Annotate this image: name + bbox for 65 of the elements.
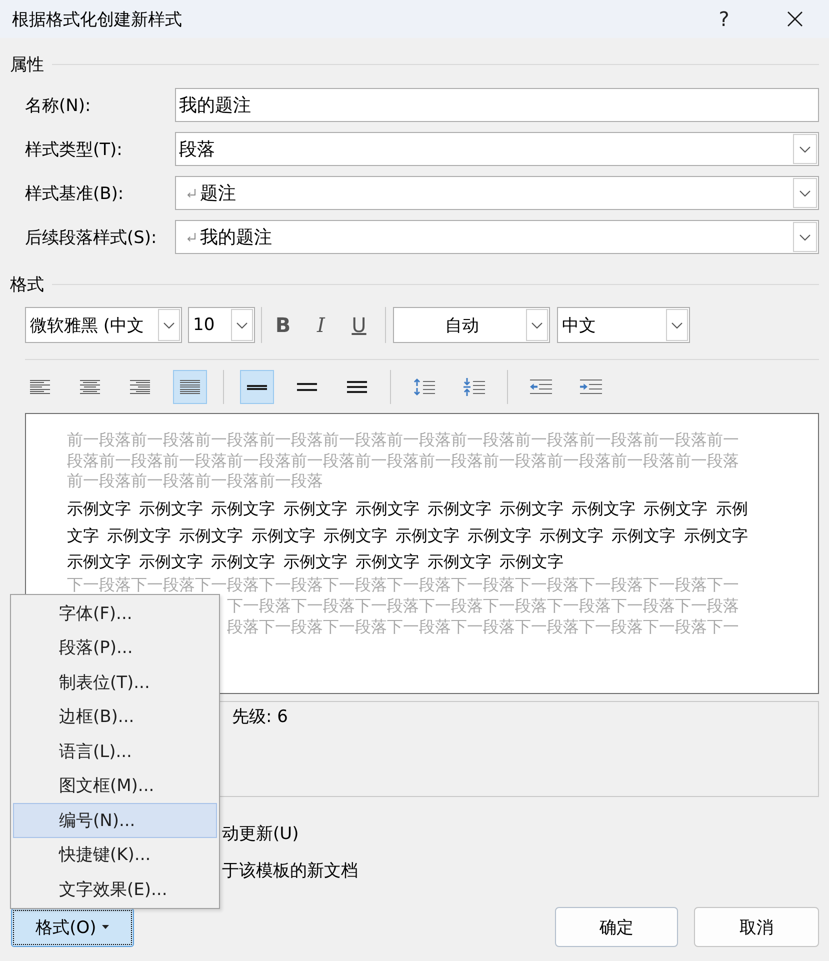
dropdown-field[interactable]: 段落 (175, 132, 819, 166)
field-label: 后续段落样式(S): (25, 226, 158, 248)
menu-item[interactable]: 段落(P)... (13, 630, 217, 665)
dropdown-field[interactable]: 题注 (175, 176, 819, 210)
next-paragraph-text: 下一段落下一段落下一段落下一段落下一段落下一段落下一段落下一段落下一段落下一段落下一 (67, 576, 739, 593)
dropdown-button[interactable] (793, 178, 817, 208)
menu-item[interactable]: 语言(L)... (13, 734, 217, 768)
increase-paragraph-spacing-icon (413, 378, 435, 396)
chevron-down-icon (671, 322, 683, 328)
dropdown-button[interactable] (793, 134, 817, 164)
menu-item[interactable]: 快捷键(K)... (13, 838, 217, 872)
chevron-down-icon (799, 190, 811, 196)
dropdown-button[interactable] (158, 309, 180, 341)
font-color-dropdown[interactable]: 自动 (393, 307, 550, 343)
cancel-button[interactable]: 取消 (694, 907, 819, 947)
close-icon (787, 11, 803, 27)
caret-icon (102, 925, 110, 929)
description-text: 先级: 6 (232, 707, 288, 727)
window-title: 根据格式化创建新样式 (11, 8, 182, 30)
field-label: 名称(N): (25, 94, 92, 116)
chevron-down-icon (799, 146, 811, 152)
format-button[interactable]: 格式(O) (11, 908, 134, 946)
bold-button[interactable]: B (268, 307, 298, 343)
dropdown-button[interactable] (793, 222, 817, 252)
text-field[interactable]: 我的题注 (175, 88, 819, 122)
option-label[interactable]: 动更新(U) (222, 822, 299, 845)
next-paragraph-text: 下一段落下一段落下一段落下一段落下一段落下一段落下一段落下一段落 段落下一段落下一段落下一段落下一段落下一段落下一段落下一段落下一 (227, 597, 739, 635)
align-left-icon (30, 379, 50, 395)
menu-item[interactable]: 边框(B)... (13, 700, 217, 734)
sample-text: 示例文字 示例文字 示例文字 示例文字 示例文字 示例文字 示例文字 示例文字 示例文字 示例 文字 示例文字 示例文字 示例文字 示例文字 示例文字 示例文字 示例文字 示例文字 示例文字 示例文字 示例文字 示例文字 示例文字 示例文字 示例文字 示例文字 (67, 498, 748, 573)
option-label[interactable]: 于该模板的新文档 (222, 859, 358, 882)
menu-item[interactable]: 文字效果(E)... (13, 872, 217, 906)
increase-indent-icon (580, 379, 602, 395)
language-dropdown[interactable]: 中文 (557, 307, 690, 343)
italic-button[interactable]: I (306, 307, 336, 343)
ok-button[interactable]: 确定 (555, 907, 678, 947)
dropdown-button[interactable] (231, 309, 253, 341)
chevron-down-icon (236, 322, 248, 328)
decrease-paragraph-spacing-icon (463, 378, 485, 396)
underline-button[interactable]: U (344, 307, 374, 343)
chevron-down-icon (799, 234, 811, 240)
align-center-icon (80, 379, 100, 395)
decrease-indent-icon (530, 379, 552, 395)
justify-button[interactable] (173, 370, 207, 404)
menu-item[interactable]: 制表位(T)... (13, 665, 217, 700)
field-label: 样式类型(T): (25, 138, 124, 160)
align-right-icon (130, 379, 150, 395)
font-dropdown[interactable]: 微软雅黑 (中文 (25, 307, 182, 343)
menu-item[interactable]: 图文框(M)... (13, 768, 217, 803)
dropdown-field[interactable]: 我的题注 (175, 220, 819, 254)
double-line-spacing-icon (347, 379, 367, 395)
menu-item[interactable]: 编号(N)... (13, 803, 217, 838)
single-line-spacing-button[interactable] (240, 370, 274, 404)
chevron-down-icon (163, 322, 175, 328)
chevron-down-icon (531, 322, 543, 328)
font-size-dropdown[interactable]: 10 (188, 307, 255, 343)
dropdown-button[interactable] (666, 309, 688, 341)
field-label: 样式基准(B): (25, 182, 125, 204)
justify-icon (180, 379, 200, 395)
help-button[interactable]: ? (701, 2, 747, 36)
section-heading: 属性 (10, 54, 44, 76)
dropdown-button[interactable] (526, 309, 548, 341)
menu-item[interactable]: 字体(F)... (13, 596, 217, 630)
section-heading: 格式 (10, 274, 44, 296)
previous-paragraph-text: 前一段落前一段落前一段落前一段落前一段落前一段落前一段落前一段落前一段落前一段落前一 段落前一段落前一段落前一段落前一段落前一段落前一段落前一段落前一段落前一段落前一段落 前一段落前一段落前一段落前一段落 (67, 430, 739, 492)
